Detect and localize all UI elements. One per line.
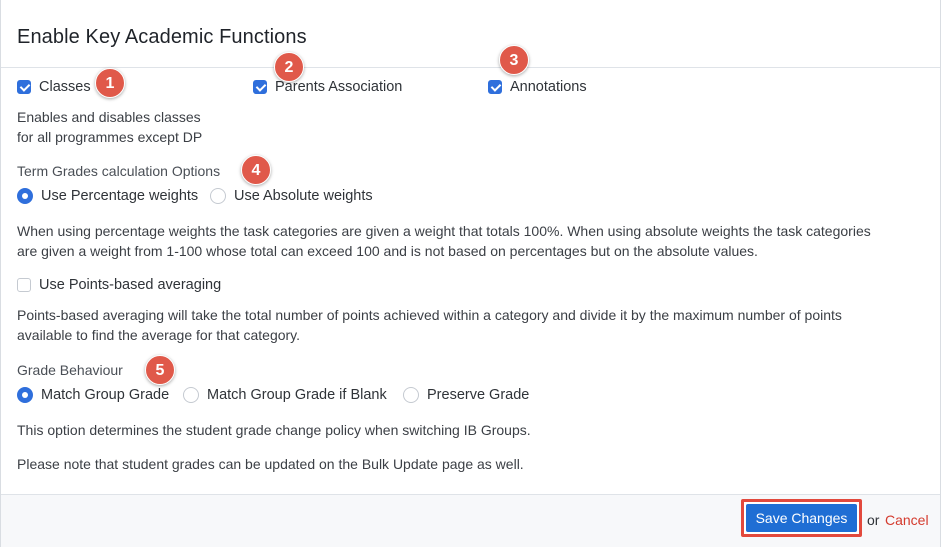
classes-label: Classes (39, 79, 91, 96)
annotation-badge-4: 4 (241, 155, 271, 185)
points-averaging-checkbox-box[interactable] (17, 278, 31, 293)
annotations-checkbox[interactable]: Annotations (488, 79, 587, 95)
match-group-grade-if-blank-radio-dot[interactable] (183, 387, 199, 404)
preserve-grade-label: Preserve Grade (427, 387, 530, 404)
match-group-grade-radio[interactable]: Match Group Grade (17, 387, 170, 404)
parents-association-label: Parents Association (275, 79, 403, 96)
bulk-update-note: Please note that student grades can be u… (17, 456, 524, 472)
annotation-badge-1: 1 (95, 68, 125, 98)
points-averaging-label: Use Points-based averaging (39, 277, 222, 294)
term-grades-label: Term Grades calculation Options (17, 163, 221, 179)
preserve-grade-radio-dot[interactable] (403, 387, 419, 404)
annotation-badge-5: 5 (145, 355, 175, 385)
save-button-highlight: Save Changes (741, 499, 862, 537)
match-group-grade-if-blank-label: Match Group Grade if Blank (207, 387, 387, 404)
parents-association-checkbox[interactable]: Parents Association (253, 79, 402, 95)
classes-help-line-2: for all programmes except DP (17, 129, 203, 145)
grade-behaviour-label: Grade Behaviour (17, 362, 123, 378)
match-group-grade-if-blank-radio[interactable]: Match Group Grade if Blank (183, 387, 387, 404)
points-help-line-1: Points-based averaging will take the tot… (17, 307, 842, 323)
parents-association-checkbox-box[interactable] (253, 80, 267, 95)
grade-behaviour-help: This option determines the student grade… (17, 422, 531, 438)
classes-checkbox-box[interactable] (17, 80, 31, 95)
settings-panel: Enable Key Academic Functions Classes Pa… (0, 0, 941, 547)
annotations-label: Annotations (510, 79, 587, 96)
match-group-grade-radio-dot[interactable] (17, 387, 33, 404)
preserve-grade-radio[interactable]: Preserve Grade (403, 387, 530, 404)
absolute-weights-radio[interactable]: Use Absolute weights (210, 188, 373, 205)
term-grades-help-line-2: are given a weight from 1-100 whose tota… (17, 243, 758, 259)
page-title: Enable Key Academic Functions (17, 26, 307, 48)
annotations-checkbox-box[interactable] (488, 80, 502, 95)
points-averaging-checkbox[interactable]: Use Points-based averaging (17, 277, 221, 293)
panel-header: Enable Key Academic Functions (1, 0, 940, 68)
classes-help-line-1: Enables and disables classes (17, 109, 201, 125)
annotation-badge-2: 2 (274, 52, 304, 82)
cancel-link[interactable]: Cancel (885, 512, 929, 528)
or-text: or (867, 512, 880, 528)
match-group-grade-label: Match Group Grade (41, 387, 170, 404)
term-grades-help-line-1: When using percentage weights the task c… (17, 223, 871, 239)
annotation-badge-3: 3 (499, 45, 529, 75)
absolute-weights-label: Use Absolute weights (234, 188, 373, 205)
classes-checkbox[interactable]: Classes (17, 79, 91, 95)
panel-footer: Save Changes or Cancel (1, 494, 940, 547)
percentage-weights-label: Use Percentage weights (41, 188, 199, 205)
points-help-line-2: available to find the average for that c… (17, 327, 301, 343)
save-changes-button[interactable]: Save Changes (746, 504, 857, 532)
percentage-weights-radio-dot[interactable] (17, 188, 33, 205)
percentage-weights-radio[interactable]: Use Percentage weights (17, 188, 199, 205)
absolute-weights-radio-dot[interactable] (210, 188, 226, 205)
